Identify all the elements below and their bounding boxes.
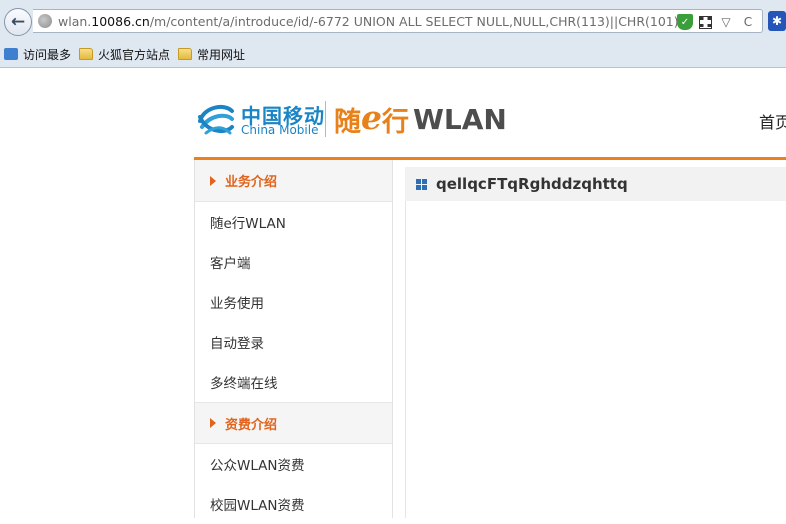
sidebar-item-campus-wlan-pricing[interactable]: 校园WLAN资费 xyxy=(195,484,392,524)
sidebar-item-multi-terminal[interactable]: 多终端在线 xyxy=(195,362,392,402)
brand-e: e xyxy=(361,97,382,137)
back-button[interactable]: ← xyxy=(4,8,32,36)
bookmarks-toolbar: 访问最多 火狐官方站点 常用网址 xyxy=(0,42,786,66)
wlan-brand-logo[interactable]: 随 e 行 WLAN xyxy=(334,97,507,139)
logo-divider xyxy=(325,101,326,137)
bookmark-label: 常用网址 xyxy=(197,47,246,62)
paw-icon[interactable]: ✱ xyxy=(768,11,786,31)
content-title: qellqcFTqRghddzqhttq xyxy=(436,175,628,193)
url-text[interactable]: wlan.10086.cn/m/content/a/introduce/id/-… xyxy=(58,13,678,31)
url-domain-prefix: wlan. xyxy=(58,14,92,29)
page: 中国移动 China Mobile 随 e 行 WLAN 首页 业务介绍 随e行… xyxy=(0,69,786,518)
triangle-right-icon xyxy=(210,175,216,186)
sidebar-item-wlan[interactable]: 随e行WLAN xyxy=(195,202,392,242)
brand-sui: 随 xyxy=(334,106,361,138)
bookmark-firefox-sites[interactable]: 火狐官方站点 xyxy=(79,46,170,63)
globe-icon xyxy=(38,14,52,28)
sidebar-section-title: 资费介绍 xyxy=(225,417,278,433)
url-domain: 10086.cn xyxy=(91,14,150,29)
qr-code-icon[interactable] xyxy=(699,15,712,29)
logo-english-name: China Mobile xyxy=(241,123,319,137)
url-bar[interactable]: wlan.10086.cn/m/content/a/introduce/id/-… xyxy=(33,9,763,33)
back-arrow-icon: ← xyxy=(10,12,26,32)
sidebar-item-usage[interactable]: 业务使用 xyxy=(195,282,392,322)
url-path: /m/content/a/introduce/id/-6772 UNION AL… xyxy=(149,14,678,29)
reload-icon[interactable]: C xyxy=(740,14,756,30)
sidebar-section-pricing[interactable]: 资费介绍 xyxy=(195,402,392,444)
bookmark-label: 火狐官方站点 xyxy=(98,47,171,62)
url-bar-icons: ✓ ▽ C xyxy=(677,13,756,31)
bookmark-star-icon xyxy=(4,48,18,60)
browser-chrome: ← wlan.10086.cn/m/content/a/introduce/id… xyxy=(0,0,786,68)
folder-icon xyxy=(178,48,193,60)
shield-icon[interactable]: ✓ xyxy=(677,14,693,30)
sidebar-item-public-wlan-pricing[interactable]: 公众WLAN资费 xyxy=(195,444,392,484)
grid-icon xyxy=(416,178,427,190)
sidebar-item-auto-login[interactable]: 自动登录 xyxy=(195,322,392,362)
sidebar-section-title: 业务介绍 xyxy=(225,175,278,190)
sidebar-item-client[interactable]: 客户端 xyxy=(195,242,392,282)
china-mobile-logo-icon[interactable] xyxy=(196,101,236,137)
brand-xing: 行 xyxy=(382,106,409,138)
folder-icon xyxy=(79,48,94,60)
sidebar: 业务介绍 随e行WLAN 客户端 业务使用 自动登录 多终端在线 资费介绍 公众… xyxy=(194,160,393,518)
bookmark-common-urls[interactable]: 常用网址 xyxy=(178,46,245,63)
bookmark-most-visited[interactable]: 访问最多 xyxy=(4,46,71,63)
content-body xyxy=(405,201,786,518)
nav-home-link[interactable]: 首页 xyxy=(759,109,786,133)
triangle-right-icon xyxy=(210,418,216,428)
bookmark-label: 访问最多 xyxy=(23,47,72,62)
content-header: qellqcFTqRghddzqhttq xyxy=(405,167,786,201)
brand-wlan: WLAN xyxy=(413,102,507,136)
chevron-down-icon[interactable]: ▽ xyxy=(718,14,734,30)
sidebar-section-business[interactable]: 业务介绍 xyxy=(195,160,392,202)
